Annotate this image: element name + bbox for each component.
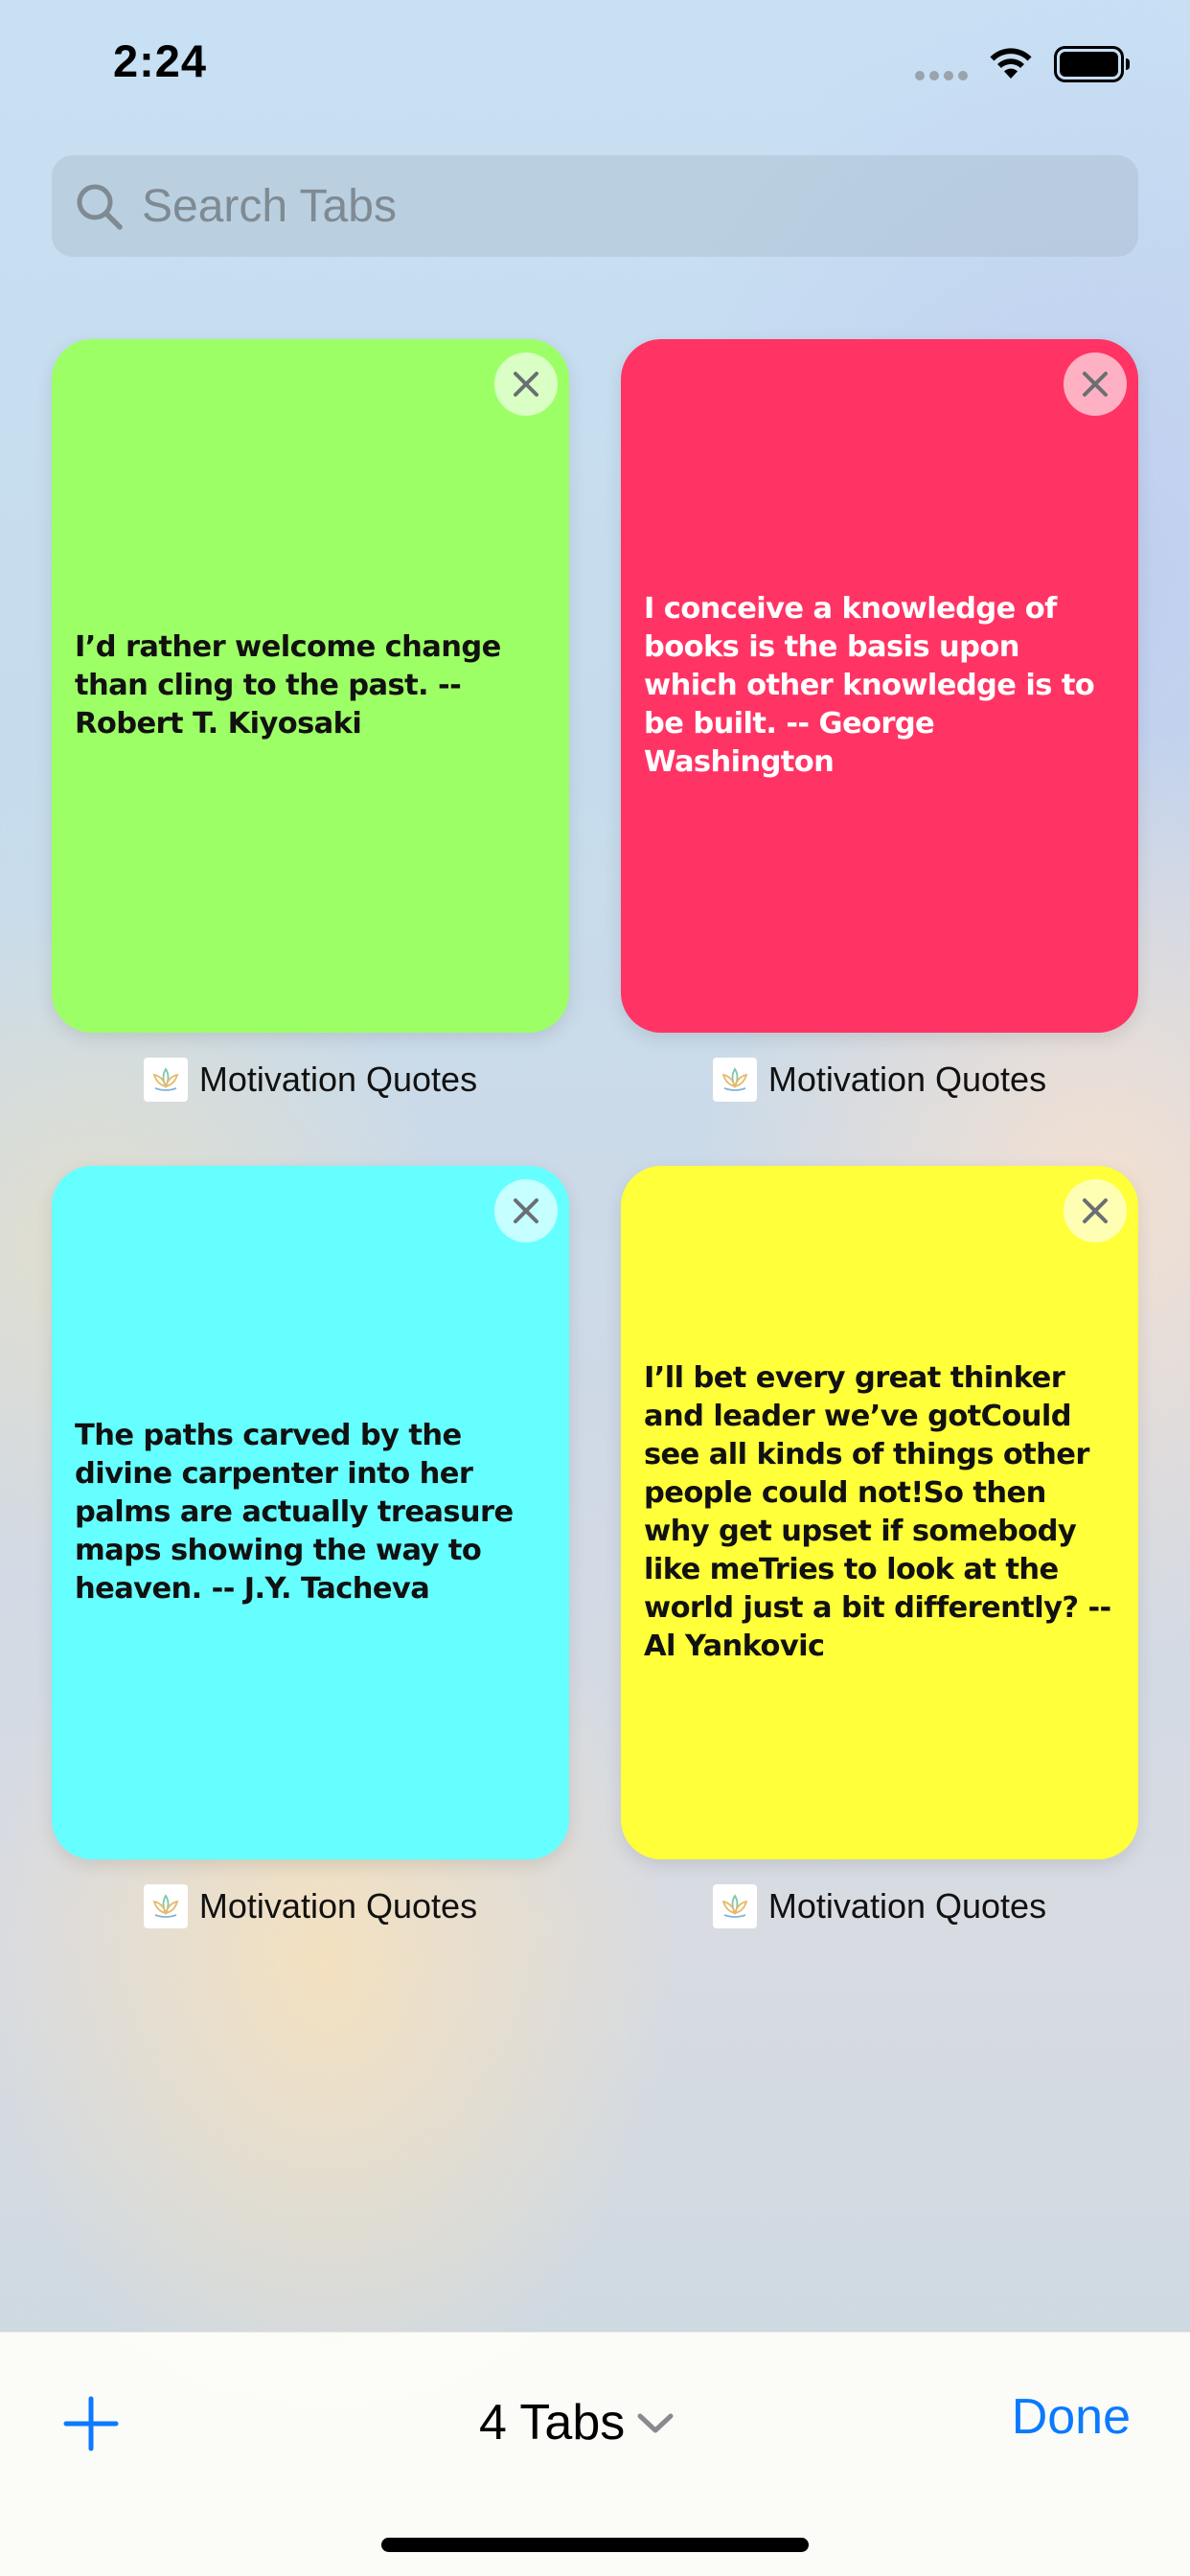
tab-preview[interactable]: I’d rather welcome change than cling to … [52, 339, 569, 1033]
lotus-favicon-icon [143, 1058, 188, 1102]
plus-icon [63, 2396, 119, 2451]
close-tab-button[interactable] [494, 353, 558, 416]
cellular-signal-icon [915, 71, 968, 80]
lotus-favicon-icon [712, 1058, 757, 1102]
tab-label: Motivation Quotes [52, 1056, 569, 1104]
close-icon [1083, 1198, 1108, 1223]
close-tab-button[interactable] [1064, 353, 1127, 416]
tab-preview[interactable]: I conceive a knowledge of books is the b… [621, 339, 1138, 1033]
tab-count-label: 4 Tabs [479, 2395, 626, 2451]
tab-title: Motivation Quotes [767, 1060, 1047, 1099]
search-icon [77, 184, 123, 230]
tab-label: Motivation Quotes [621, 1882, 1138, 1930]
tab-title: Motivation Quotes [198, 1060, 478, 1099]
home-indicator [381, 2538, 809, 2552]
status-time: 2:24 [113, 35, 208, 86]
tab-preview[interactable]: I’ll bet every great thinker and leader … [621, 1166, 1138, 1859]
tab-title: Motivation Quotes [198, 1886, 478, 1926]
tab-quote-text: I conceive a knowledge of books is the b… [644, 592, 1095, 779]
battery-icon [1054, 46, 1130, 82]
close-icon [514, 372, 538, 397]
tab-groups-button[interactable]: 4 Tabs [479, 2384, 676, 2461]
tab-preview[interactable]: The paths carved by the divine carpenter… [52, 1166, 569, 1859]
tab-label: Motivation Quotes [52, 1882, 569, 1930]
tab-title: Motivation Quotes [767, 1886, 1047, 1926]
close-icon [1083, 372, 1108, 397]
wifi-icon [990, 48, 1032, 79]
status-bar: 2:24 [0, 0, 1190, 134]
tab-label: Motivation Quotes [621, 1056, 1138, 1104]
tab-quote-text: The paths carved by the divine carpenter… [75, 1419, 514, 1606]
close-tab-button[interactable] [1064, 1179, 1127, 1242]
tab-quote-text: I’d rather welcome change than cling to … [75, 630, 501, 741]
search-bar[interactable] [52, 155, 1138, 257]
done-button[interactable]: Done [1012, 2388, 1131, 2446]
lotus-favicon-icon [143, 1884, 188, 1928]
new-tab-button[interactable] [57, 2390, 125, 2457]
bottom-toolbar: 4 Tabs Done [0, 2332, 1190, 2576]
close-tab-button[interactable] [494, 1179, 558, 1242]
lotus-favicon-icon [712, 1884, 757, 1928]
close-icon [514, 1198, 538, 1223]
tab-quote-text: I’ll bet every great thinker and leader … [644, 1361, 1111, 1663]
chevron-down-icon [637, 2413, 674, 2433]
search-input[interactable] [140, 155, 1119, 257]
